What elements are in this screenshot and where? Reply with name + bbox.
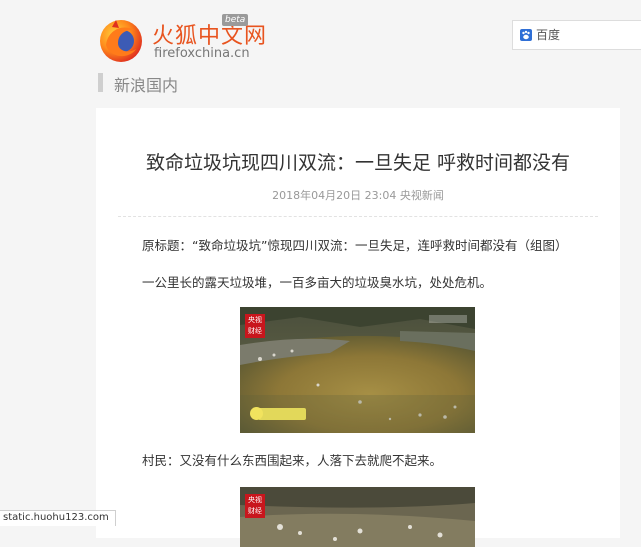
- site-logo[interactable]: 火狐中文网 beta firefoxchina.cn: [98, 14, 266, 66]
- cctv-finance-badge: 央视 财经: [245, 314, 265, 338]
- article-title: 致命垃圾坑现四川双流：一旦失足 呼救时间都没有: [145, 152, 571, 174]
- section-title[interactable]: 新浪国内: [114, 72, 178, 96]
- article-paragraph: 一公里长的露天垃圾堆，一百多亩大的垃圾臭水坑，处处危机。: [142, 275, 493, 290]
- lower-third-logo: [250, 407, 306, 420]
- landfill-photo: [240, 487, 475, 547]
- article-image: 央视 财经: [240, 487, 475, 547]
- baidu-paw-icon: [520, 29, 532, 41]
- beta-badge: beta: [222, 14, 249, 26]
- cctv-finance-badge: 央视 财经: [245, 494, 265, 518]
- logo-domain: firefoxchina.cn: [154, 46, 250, 61]
- baidu-search-box[interactable]: [512, 20, 641, 50]
- article-paragraph: 原标题：“致命垃圾坑”惊现四川双流：一旦失足，连呼救时间都没有（组图）: [142, 238, 568, 253]
- corner-watermark: [429, 315, 467, 323]
- article-paragraph: 村民：又没有什么东西围起来，人落下去就爬不起来。: [142, 453, 443, 468]
- firefox-logo-icon: [100, 20, 142, 62]
- article-card: 致命垃圾坑现四川双流：一旦失足 呼救时间都没有 2018年04月20日 23:0…: [96, 108, 620, 547]
- section-marker: [98, 73, 103, 92]
- divider: [118, 216, 598, 217]
- search-input[interactable]: [536, 21, 636, 49]
- article-meta: 2018年04月20日 23:04 央视新闻: [272, 189, 444, 202]
- article-image: 央视 财经: [240, 307, 475, 433]
